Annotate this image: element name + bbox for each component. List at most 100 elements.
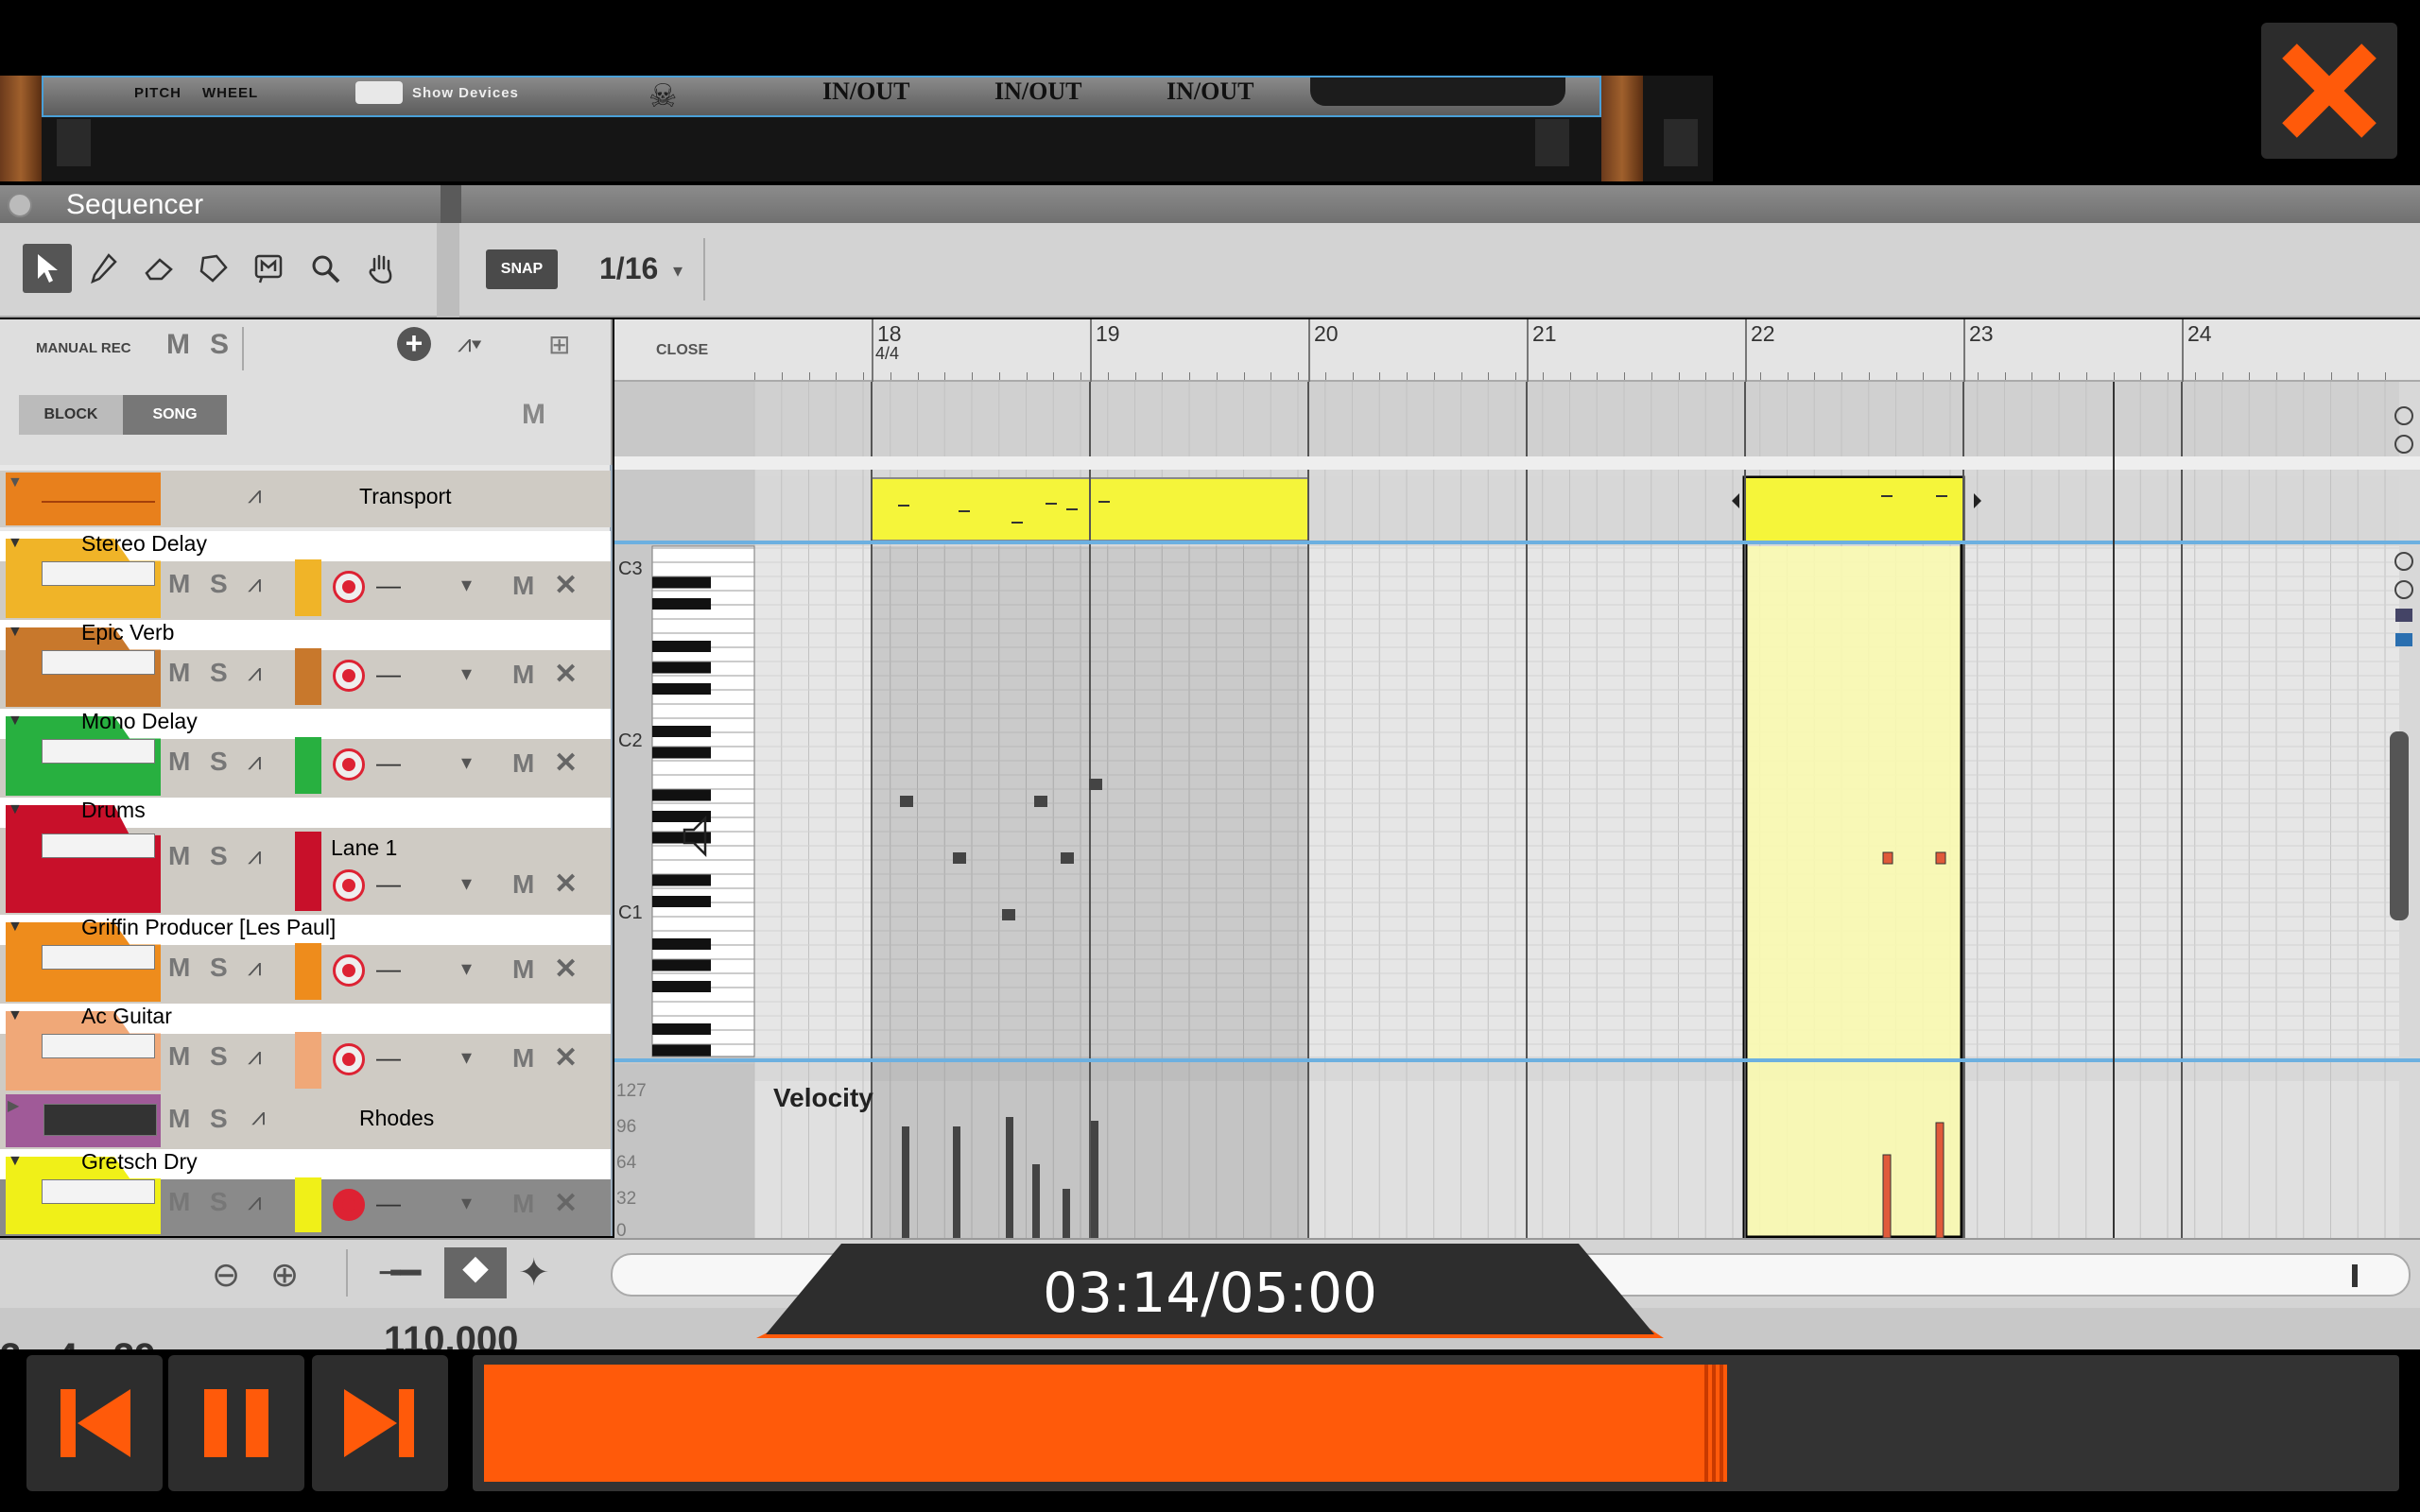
piano-black-key[interactable] bbox=[652, 747, 711, 759]
track-expand-icon[interactable]: ▼ bbox=[8, 535, 23, 552]
velocity-bar[interactable] bbox=[1091, 1121, 1098, 1238]
collapse-icon[interactable] bbox=[8, 193, 32, 217]
track-mute-button[interactable]: M bbox=[168, 569, 190, 599]
track-row[interactable]: ▼ Drums M S ⩘ — ▾ M ✕ Lane 1 bbox=[0, 798, 611, 915]
record-enable-button[interactable] bbox=[333, 571, 365, 603]
lane-mute-button[interactable]: M bbox=[512, 571, 534, 601]
piano-black-key[interactable] bbox=[652, 598, 711, 610]
arrow-tool-button[interactable] bbox=[23, 244, 72, 293]
lane-mute-button[interactable]: M bbox=[512, 954, 534, 985]
track-expand-icon[interactable]: ▼ bbox=[8, 713, 23, 730]
piano-black-key[interactable] bbox=[652, 1044, 711, 1057]
editor-view-icon[interactable] bbox=[2395, 609, 2412, 622]
track-row[interactable]: ▼ Mono Delay M S ⩘ — ▾ M ✕ bbox=[0, 709, 611, 798]
delete-lane-icon[interactable]: ✕ bbox=[554, 1041, 578, 1074]
lane-menu-icon[interactable]: ▾ bbox=[461, 1191, 472, 1215]
velocity-bar[interactable] bbox=[953, 1126, 960, 1238]
razor-tool-button[interactable] bbox=[189, 244, 238, 293]
bar-marker[interactable]: 22 bbox=[1745, 319, 1775, 382]
lane-menu-icon[interactable]: ▾ bbox=[461, 662, 472, 686]
lane-mute-button[interactable]: M bbox=[512, 1189, 534, 1219]
track-solo-button[interactable]: S bbox=[210, 1041, 228, 1072]
add-track-icon[interactable]: + bbox=[397, 327, 431, 361]
track-mute-button[interactable]: M bbox=[168, 1187, 190, 1217]
piano-black-key[interactable] bbox=[652, 938, 711, 950]
bar-marker[interactable]: 23 bbox=[1963, 319, 1994, 382]
track-row[interactable]: ▼ Epic Verb M S ⩘ — ▾ M ✕ bbox=[0, 620, 611, 709]
velocity-bar[interactable] bbox=[1063, 1189, 1070, 1238]
quantize-value[interactable]: 1/16 bbox=[599, 251, 658, 286]
song-mode-button[interactable]: SONG bbox=[123, 395, 227, 435]
quantize-dropdown-icon[interactable]: ▾ bbox=[673, 259, 683, 283]
editor-mode-icon[interactable] bbox=[2395, 633, 2412, 646]
midi-note[interactable] bbox=[1002, 909, 1015, 920]
delete-lane-icon[interactable]: ✕ bbox=[554, 868, 578, 901]
track-solo-button[interactable]: S bbox=[210, 569, 228, 599]
progress-handle[interactable] bbox=[1704, 1365, 1728, 1482]
track-solo-button[interactable]: S bbox=[210, 1187, 228, 1217]
track-row[interactable]: ▼ Griffin Producer [Les Paul] M S ⩘ — ▾ M ✕ bbox=[0, 915, 611, 1004]
record-enable-button[interactable] bbox=[333, 748, 365, 781]
track-expand-icon[interactable]: ▼ bbox=[8, 1153, 23, 1170]
track-mute-button[interactable]: M bbox=[168, 658, 190, 688]
piano-black-key[interactable] bbox=[652, 874, 711, 886]
automation-icon[interactable]: ⩘ bbox=[248, 658, 262, 688]
waveform-medium-icon[interactable]: ◆ bbox=[444, 1247, 507, 1298]
track-expand-icon[interactable]: ▼ bbox=[8, 801, 23, 818]
automation-icon[interactable]: ⩘ bbox=[248, 1187, 262, 1217]
track-solo-button[interactable]: S bbox=[210, 953, 228, 983]
mute-tool-button[interactable] bbox=[244, 244, 293, 293]
lane-mute-button[interactable]: M bbox=[512, 1043, 534, 1074]
record-enable-button[interactable] bbox=[333, 1189, 365, 1221]
delete-lane-icon[interactable]: ✕ bbox=[554, 953, 578, 986]
close-lane-button[interactable]: CLOSE bbox=[656, 342, 708, 359]
track-expand-icon[interactable]: ▼ bbox=[8, 1007, 23, 1024]
record-enable-button[interactable] bbox=[333, 660, 365, 692]
track-mute-button[interactable]: M bbox=[168, 1104, 190, 1134]
pencil-tool-button[interactable] bbox=[79, 244, 129, 293]
midi-note[interactable] bbox=[1061, 852, 1074, 864]
zoom-in-icon[interactable]: ⊕ bbox=[270, 1255, 299, 1295]
track-row[interactable]: ▼ Ac Guitar M S ⩘ — ▾ M ✕ bbox=[0, 1004, 611, 1092]
velocity-bar-selected[interactable] bbox=[1935, 1122, 1945, 1238]
magnify-tool-button[interactable] bbox=[301, 244, 350, 293]
track-row[interactable]: ▼ Stereo Delay M S ⩘ — ▾ M ✕ bbox=[0, 531, 611, 620]
header-global-mute[interactable]: M bbox=[522, 399, 545, 431]
snap-button[interactable]: SNAP bbox=[486, 249, 558, 289]
piano-black-key[interactable] bbox=[652, 576, 711, 589]
piano-black-key[interactable] bbox=[652, 789, 711, 801]
arrangement-canvas[interactable]: C3C2C11279664320 bbox=[614, 382, 2420, 1238]
piano-black-key[interactable] bbox=[652, 726, 711, 737]
close-button[interactable] bbox=[2261, 23, 2397, 159]
zoom-out-icon[interactable]: ⊖ bbox=[212, 1255, 240, 1295]
lane-menu-icon[interactable]: ▾ bbox=[461, 871, 472, 896]
track-expand-icon[interactable]: ▼ bbox=[8, 624, 23, 641]
hand-tool-button[interactable] bbox=[357, 244, 406, 293]
track-row[interactable]: ▼MS⩘Transport bbox=[0, 471, 611, 527]
lane-mute-button[interactable]: M bbox=[512, 748, 534, 779]
automation-icon[interactable]: ⩘ bbox=[248, 569, 262, 599]
velocity-bar[interactable] bbox=[902, 1126, 909, 1238]
previous-button[interactable] bbox=[26, 1355, 163, 1491]
piano-black-key[interactable] bbox=[652, 662, 711, 674]
lane-mute-button[interactable]: M bbox=[512, 869, 534, 900]
lane-menu-icon[interactable]: ▾ bbox=[461, 1045, 472, 1070]
track-solo-button[interactable]: S bbox=[210, 1104, 228, 1134]
bar-marker[interactable]: 19 bbox=[1090, 319, 1120, 382]
midi-note[interactable] bbox=[1034, 796, 1047, 807]
record-enable-button[interactable] bbox=[333, 954, 365, 987]
automation-icon[interactable]: ⩘ bbox=[248, 480, 262, 510]
velocity-bar[interactable] bbox=[1032, 1164, 1040, 1238]
lane-mute-button[interactable]: M bbox=[512, 660, 534, 690]
midi-note[interactable] bbox=[1089, 779, 1102, 790]
automation-icon[interactable]: ⩘ bbox=[248, 747, 262, 777]
track-expand-icon[interactable]: ▼ bbox=[8, 919, 23, 936]
track-mute-button[interactable]: M bbox=[168, 953, 190, 983]
automation-menu-icon[interactable]: ⩘▾ bbox=[458, 329, 482, 359]
midi-note-selected[interactable] bbox=[1882, 851, 1893, 865]
automation-icon[interactable]: ⩘ bbox=[248, 953, 262, 983]
piano-black-key[interactable] bbox=[652, 981, 711, 992]
bar-marker[interactable]: 18 bbox=[872, 319, 902, 382]
velocity-bar-selected[interactable] bbox=[1882, 1154, 1892, 1238]
midi-note[interactable] bbox=[900, 796, 913, 807]
